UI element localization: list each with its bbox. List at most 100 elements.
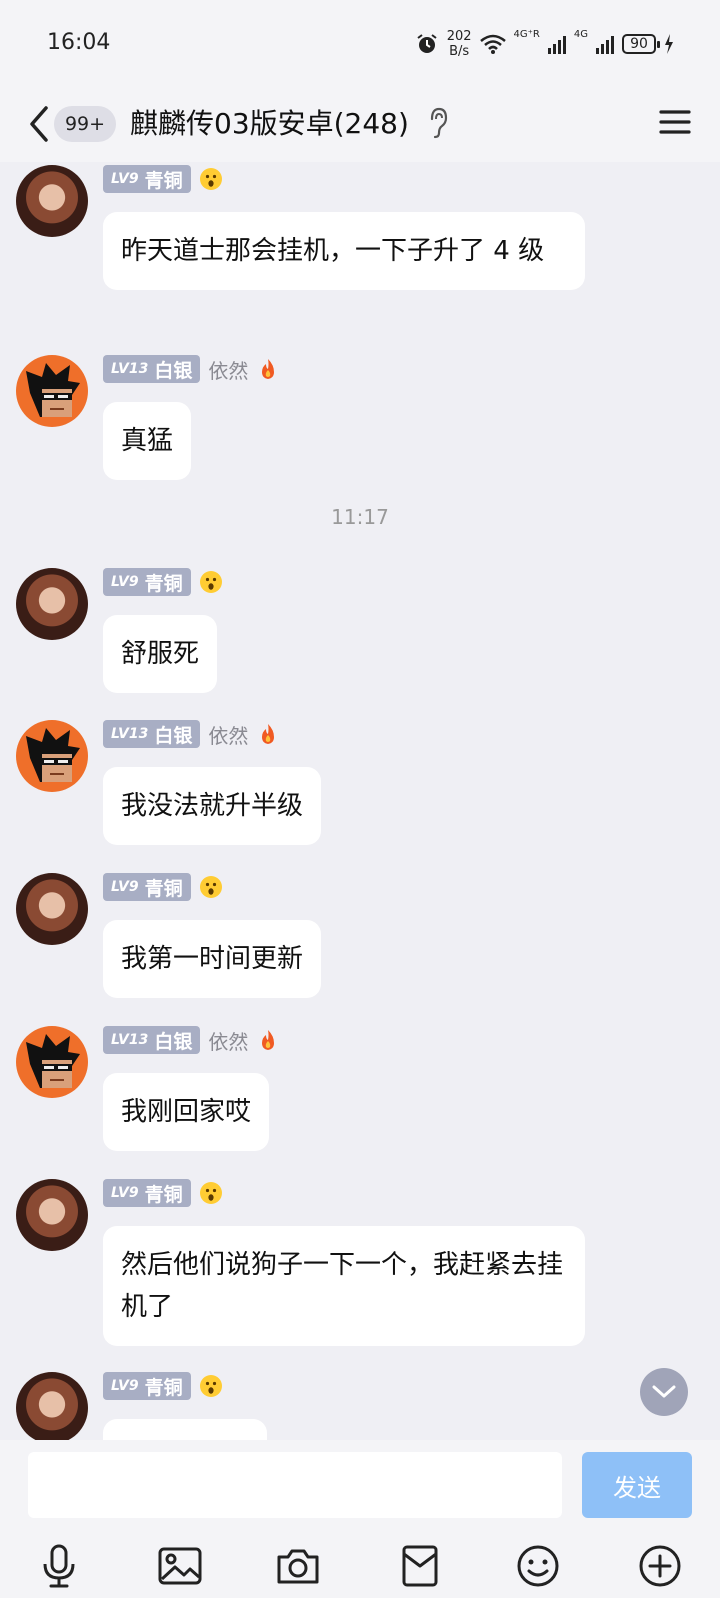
level-number: LV13 <box>111 361 149 377</box>
emoji-button[interactable] <box>510 1538 566 1594</box>
avatar-face-icon <box>26 363 80 417</box>
level-number: LV13 <box>111 726 149 742</box>
image-icon <box>158 1547 202 1585</box>
message-bubble[interactable]: 然后他们说狗子一下一个，我赶紧去挂机了 <box>103 1226 585 1346</box>
message-bubble[interactable] <box>103 1419 267 1440</box>
status-icons: 202 B/s 4G⁺R 4G 90 <box>415 24 674 64</box>
avatar[interactable] <box>16 1026 88 1098</box>
level-rank: 白银 <box>154 359 193 382</box>
send-button[interactable]: 发送 <box>582 1452 692 1518</box>
message-meta: LV9 青铜 <box>103 1371 223 1401</box>
avatar[interactable] <box>16 165 88 237</box>
level-number: LV9 <box>111 879 139 895</box>
surprised-emoji-icon <box>199 1182 222 1204</box>
network-speed-value: 202 <box>446 29 472 44</box>
level-badge: LV13 白银 <box>103 355 201 383</box>
back-arrow-icon[interactable] <box>24 104 54 144</box>
network-speed: 202 B/s <box>447 29 472 59</box>
message-bubble[interactable]: 我没法就升半级 <box>103 767 322 845</box>
charging-icon <box>665 34 673 54</box>
message-bubble[interactable]: 昨天道士那会挂机，一下子升了 4 级 <box>103 212 585 290</box>
scroll-to-bottom-button[interactable] <box>640 1368 688 1416</box>
avatar-face-icon <box>26 1034 80 1088</box>
composer: 发送 <box>0 1440 720 1598</box>
sender-nickname: 依然 <box>208 723 249 748</box>
level-badge: LV13 白银 <box>103 720 201 748</box>
alarm-icon <box>417 34 437 53</box>
surprised-emoji-icon <box>199 876 222 898</box>
chevron-down-icon <box>652 1385 676 1398</box>
level-rank: 白银 <box>154 1030 193 1053</box>
surprised-emoji-icon <box>199 1375 222 1397</box>
image-button[interactable] <box>152 1538 208 1594</box>
message-meta: LV13 白银 依然 <box>103 1025 280 1055</box>
signal-icon-1 <box>547 34 566 54</box>
message-meta: LV9 青铜 <box>103 164 223 194</box>
surprised-emoji-icon <box>199 168 222 190</box>
level-number: LV9 <box>111 171 139 187</box>
message-bubble[interactable]: 我刚回家哎 <box>103 1073 270 1151</box>
microphone-icon <box>43 1544 75 1588</box>
level-rank: 青铜 <box>144 1376 183 1399</box>
red-packet-icon <box>402 1545 438 1587</box>
network-speed-unit: B/s <box>449 44 470 59</box>
fire-icon <box>262 724 275 744</box>
menu-icon[interactable] <box>658 104 692 140</box>
level-badge: LV13 白银 <box>103 1026 201 1054</box>
plus-circle-icon <box>639 1545 681 1587</box>
chat-header: 99+ 麒麟传03版安卓(248) <box>0 86 720 162</box>
avatar[interactable] <box>16 1372 88 1440</box>
message-input[interactable] <box>28 1452 562 1518</box>
message-meta: LV9 青铜 <box>103 872 223 902</box>
composer-toolbar <box>0 1538 720 1594</box>
avatar[interactable] <box>16 720 88 792</box>
message-bubble[interactable]: 舒服死 <box>103 615 218 693</box>
avatar[interactable] <box>16 1179 88 1251</box>
level-rank: 青铜 <box>144 572 183 595</box>
level-rank: 青铜 <box>144 877 183 900</box>
sender-nickname: 依然 <box>208 1029 249 1054</box>
avatar-face-icon <box>26 728 80 782</box>
level-rank: 白银 <box>154 724 193 747</box>
message-list[interactable]: LV9 青铜 昨天道士那会挂机，一下子升了 4 级 LV13 白银 依然 真猛 11… <box>0 162 720 1440</box>
level-number: LV9 <box>111 1185 139 1201</box>
ear-icon[interactable] <box>428 106 450 140</box>
message-bubble[interactable]: 真猛 <box>103 402 192 480</box>
message-timestamp: 11:17 <box>331 505 389 529</box>
avatar[interactable] <box>16 873 88 945</box>
wifi-icon <box>479 34 506 54</box>
message-meta: LV9 青铜 <box>103 567 223 597</box>
message-meta: LV13 白银 依然 <box>103 719 280 749</box>
message-meta: LV9 青铜 <box>103 1178 223 1208</box>
status-time: 16:04 <box>47 30 111 55</box>
level-number: LV13 <box>111 1032 149 1048</box>
smiley-icon <box>517 1545 559 1587</box>
avatar[interactable] <box>16 355 88 427</box>
unread-count-badge[interactable]: 99+ <box>54 106 116 142</box>
level-number: LV9 <box>111 574 139 590</box>
level-rank: 青铜 <box>144 1183 183 1206</box>
message-bubble[interactable]: 我第一时间更新 <box>103 920 322 998</box>
voice-button[interactable] <box>31 1538 87 1594</box>
level-badge: LV9 青铜 <box>103 873 191 901</box>
camera-icon <box>277 1549 319 1584</box>
more-button[interactable] <box>632 1538 688 1594</box>
status-bar: 16:04 202 B/s 4G⁺R 4G 90 <box>0 0 720 86</box>
surprised-emoji-icon <box>199 571 222 593</box>
level-number: LV9 <box>111 1378 139 1394</box>
group-title[interactable]: 麒麟传03版安卓(248) <box>130 100 409 148</box>
battery-icon: 90 <box>622 34 660 54</box>
fire-icon <box>262 359 275 379</box>
level-rank: 青铜 <box>144 169 183 192</box>
network-type-1: 4G⁺R <box>513 28 540 40</box>
red-packet-button[interactable] <box>392 1538 448 1594</box>
camera-button[interactable] <box>270 1538 326 1594</box>
avatar[interactable] <box>16 568 88 640</box>
network-type-2: 4G <box>573 28 588 40</box>
fire-icon <box>262 1030 275 1050</box>
battery-level: 90 <box>630 36 648 52</box>
sender-nickname: 依然 <box>208 358 249 383</box>
level-badge: LV9 青铜 <box>103 568 191 596</box>
level-badge: LV9 青铜 <box>103 165 191 193</box>
message-meta: LV13 白银 依然 <box>103 354 280 384</box>
